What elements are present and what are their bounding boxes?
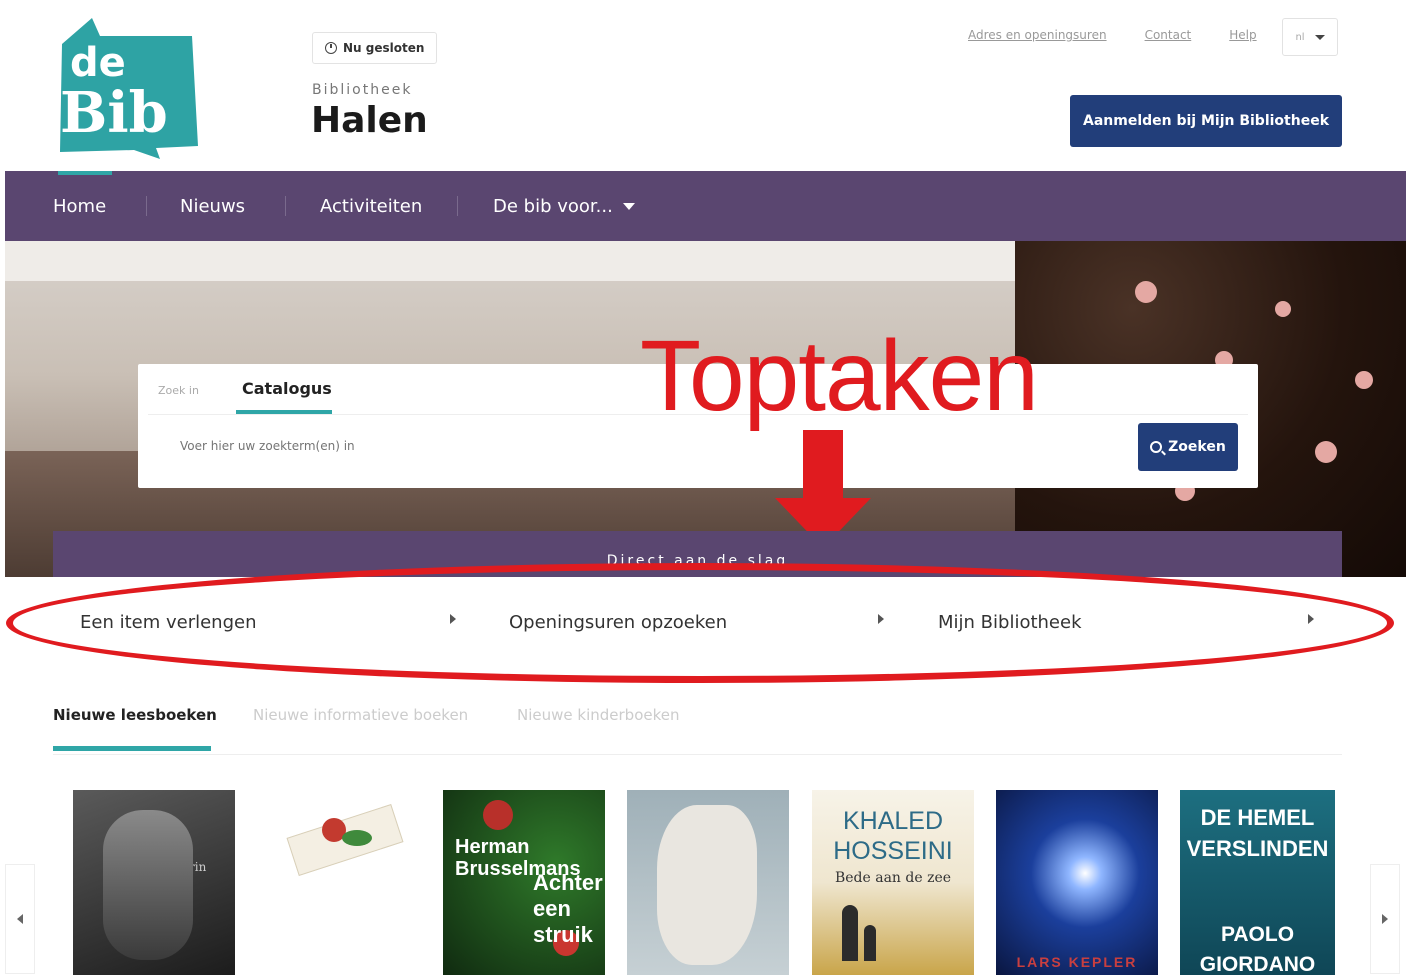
book-cover[interactable] bbox=[627, 790, 789, 975]
search-button-label: Zoeken bbox=[1168, 439, 1226, 455]
annotation-arrow-shaft bbox=[803, 430, 843, 500]
link-help[interactable]: Help bbox=[1229, 28, 1256, 42]
opening-status-badge: Nu gesloten bbox=[312, 32, 438, 64]
link-contact[interactable]: Contact bbox=[1145, 28, 1192, 42]
search-icon bbox=[1150, 441, 1163, 453]
tab-nieuwe-informatieve-boeken[interactable]: Nieuwe informatieve boeken bbox=[253, 706, 468, 724]
nav-item-de-bib-voor[interactable]: De bib voor... bbox=[493, 171, 635, 241]
carousel-prev-button[interactable] bbox=[5, 864, 35, 974]
book-cover[interactable]: Herman Brusselmans Achter een struik bbox=[443, 790, 605, 975]
tab-nieuwe-kinderboeken[interactable]: Nieuwe kinderboeken bbox=[517, 706, 679, 724]
book-cover[interactable]: DE HEMEL VERSLINDEN PAOLO GIORDANO bbox=[1180, 790, 1335, 975]
opening-status-text: Nu gesloten bbox=[343, 41, 425, 55]
toptaken-annotation: Toptaken bbox=[640, 320, 1039, 432]
debib-logo[interactable]: de Bib bbox=[52, 14, 202, 159]
book-cover[interactable]: KHALED HOSSEINI Bede aan de zee bbox=[812, 790, 974, 975]
book-tab-active-indicator bbox=[53, 746, 211, 751]
annotation-ellipse bbox=[6, 563, 1394, 683]
carousel-next-button[interactable] bbox=[1370, 864, 1400, 974]
top-links: Adres en openingsuren Contact Help bbox=[968, 28, 1257, 42]
clock-icon bbox=[325, 42, 337, 54]
search-button[interactable]: Zoeken bbox=[1138, 423, 1238, 471]
link-adres-openingsuren[interactable]: Adres en openingsuren bbox=[968, 28, 1107, 42]
search-scope-label: Zoek in bbox=[158, 384, 199, 397]
chevron-down-icon bbox=[622, 202, 635, 210]
book-cover[interactable] bbox=[262, 790, 412, 975]
nav-item-home[interactable]: Home bbox=[53, 171, 106, 241]
tab-catalogus[interactable]: Catalogus bbox=[242, 379, 332, 398]
book-cover[interactable]: LARS KEPLER bbox=[996, 790, 1158, 975]
nav-item-activiteiten[interactable]: Activiteiten bbox=[320, 171, 422, 241]
chevron-down-icon bbox=[1314, 34, 1325, 40]
nav-item-nieuws[interactable]: Nieuws bbox=[180, 171, 245, 241]
main-nav: Home Nieuws Activiteiten De bib voor... bbox=[5, 171, 1406, 241]
library-label: Bibliotheek bbox=[312, 82, 413, 98]
language-select[interactable]: nl bbox=[1282, 18, 1338, 56]
login-button[interactable]: Aanmelden bij Mijn Bibliotheek bbox=[1070, 95, 1342, 147]
logo-bib-text: Bib bbox=[60, 80, 168, 146]
tab-nieuwe-leesboeken[interactable]: Nieuwe leesboeken bbox=[53, 706, 217, 724]
chevron-left-icon bbox=[17, 914, 23, 924]
language-value: nl bbox=[1295, 31, 1305, 43]
book-cover[interactable]: Peter Terrin bbox=[73, 790, 235, 975]
library-name: Halen bbox=[311, 100, 428, 141]
chevron-right-icon bbox=[1382, 914, 1388, 924]
